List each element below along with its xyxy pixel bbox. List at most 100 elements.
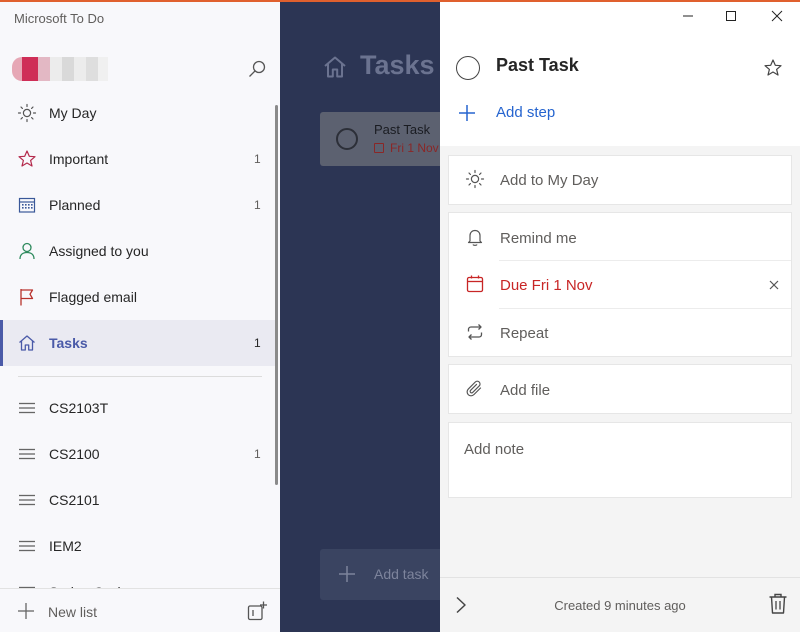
remind-me-label: Remind me [500,230,577,247]
sidebar-item-my-day[interactable]: My Day [0,90,278,136]
list-icon [19,402,35,414]
due-date-label: Due Fri 1 Nov [500,277,593,294]
search-icon [249,60,266,77]
sidebar-item-label: My Day [49,105,97,121]
note-placeholder: Add note [464,441,525,458]
new-list-label: New list [48,604,98,620]
sidebar-item-label: CS2103T [49,400,109,416]
bell-icon [467,229,483,246]
sidebar-item-list[interactable]: IEM2 [0,523,278,569]
sidebar-item-list[interactable]: CS2103T [0,385,278,431]
sidebar-item-count: 1 [254,336,261,350]
app-window: Microsoft To Do My Day Important 1 Plann… [0,0,800,632]
star-icon [18,150,36,167]
sidebar-item-tasks[interactable]: Tasks 1 [0,320,278,366]
detail-footer: Created 9 minutes ago [440,577,800,632]
attachment-card: Add file [448,364,792,414]
sidebar-item-label: IEM2 [49,538,82,554]
sidebar-item-important[interactable]: Important 1 [0,136,278,182]
calendar-icon [466,275,484,293]
new-list-button[interactable]: New list [0,589,230,632]
list-icon [19,448,35,460]
page-title: Tasks [360,50,435,80]
sidebar-item-count: 1 [254,152,261,166]
sidebar-scrollbar[interactable] [275,105,278,485]
calendar-icon [374,143,384,153]
created-timestamp: Created 9 minutes ago [554,598,686,613]
note-field[interactable]: Add note [448,422,792,498]
plus-icon [18,603,34,619]
task-complete-checkbox[interactable] [456,56,480,80]
maximize-button[interactable] [717,5,745,27]
close-window-button[interactable] [763,5,791,27]
sidebar-item-label: Tasks [49,335,88,351]
add-to-my-day-label: Add to My Day [500,172,599,189]
sidebar-item-label: Flagged email [49,289,137,305]
new-group-icon [247,601,267,621]
sidebar-item-label: Important [49,151,109,167]
add-step-button[interactable]: Add step [454,98,674,128]
task-item[interactable]: Past Task Fri 1 Nov [320,112,440,166]
add-task-placeholder: Add task [374,566,429,582]
clear-due-date-button[interactable] [765,276,783,294]
sidebar-item-label: CS2101 [49,492,100,508]
importance-toggle[interactable] [763,58,783,78]
sidebar-footer: New list [0,588,280,632]
close-icon [769,280,779,290]
sidebar-item-count: 1 [254,447,261,461]
minimize-button[interactable] [674,5,702,27]
sidebar-item-list[interactable]: CS2100 1 [0,431,278,477]
remind-me-button[interactable]: Remind me [449,214,791,262]
sidebar-item-planned[interactable]: Planned 1 [0,182,278,228]
plus-icon [339,566,355,582]
search-button[interactable] [246,58,268,80]
sidebar-item-assigned-to-you[interactable]: Assigned to you [0,228,278,274]
repeat-icon [467,324,483,340]
add-to-my-day-button[interactable]: Add to My Day [449,156,791,204]
task-due-text: Fri 1 Nov [390,141,439,155]
delete-task-button[interactable] [767,592,789,616]
sun-icon [17,103,37,123]
minimize-icon [683,15,693,17]
list-icon [19,540,35,552]
task-name: Past Task [374,122,431,137]
sidebar-item-list[interactable]: CS2101 [0,477,278,523]
window-top-border [0,0,800,2]
my-day-card: Add to My Day [448,155,792,205]
active-indicator [0,320,3,366]
due-date-button[interactable]: Due Fri 1 Nov [449,261,791,309]
add-file-label: Add file [500,382,551,399]
app-title: Microsoft To Do [14,11,105,26]
avatar[interactable] [12,57,108,81]
repeat-label: Repeat [500,325,549,342]
task-complete-checkbox[interactable] [336,128,358,150]
sidebar-item-label: CS2100 [49,446,100,462]
trash-icon [769,593,787,614]
star-icon [764,59,782,76]
home-icon [324,56,346,78]
sidebar-item-count: 1 [254,198,261,212]
person-icon [19,242,35,260]
close-icon [771,10,783,22]
add-file-button[interactable]: Add file [449,366,791,414]
calendar-grid-icon [18,197,36,213]
plus-icon [459,105,475,121]
new-group-button[interactable] [246,600,268,622]
sidebar-item-label: Assigned to you [49,243,149,259]
add-task-input[interactable]: Add task [320,549,440,600]
detail-header: Past Task Add step [440,0,800,146]
scheduling-card: Remind me Due Fri 1 Nov Repeat [448,212,792,357]
task-detail-pane: Past Task Add step Add to My Day Remind … [440,0,800,632]
maximize-icon [726,11,736,21]
add-step-label: Add step [496,104,556,121]
task-due-date: Fri 1 Nov [374,141,439,155]
sidebar: Microsoft To Do My Day Important 1 Plann… [0,0,280,632]
list-icon [19,494,35,506]
flag-icon [20,289,34,306]
sun-icon [465,169,485,189]
repeat-button[interactable]: Repeat [449,309,791,357]
sidebar-item-flagged-email[interactable]: Flagged email [0,274,278,320]
home-icon [19,335,35,351]
sidebar-item-label: Planned [49,197,101,213]
task-title[interactable]: Past Task [496,55,579,76]
